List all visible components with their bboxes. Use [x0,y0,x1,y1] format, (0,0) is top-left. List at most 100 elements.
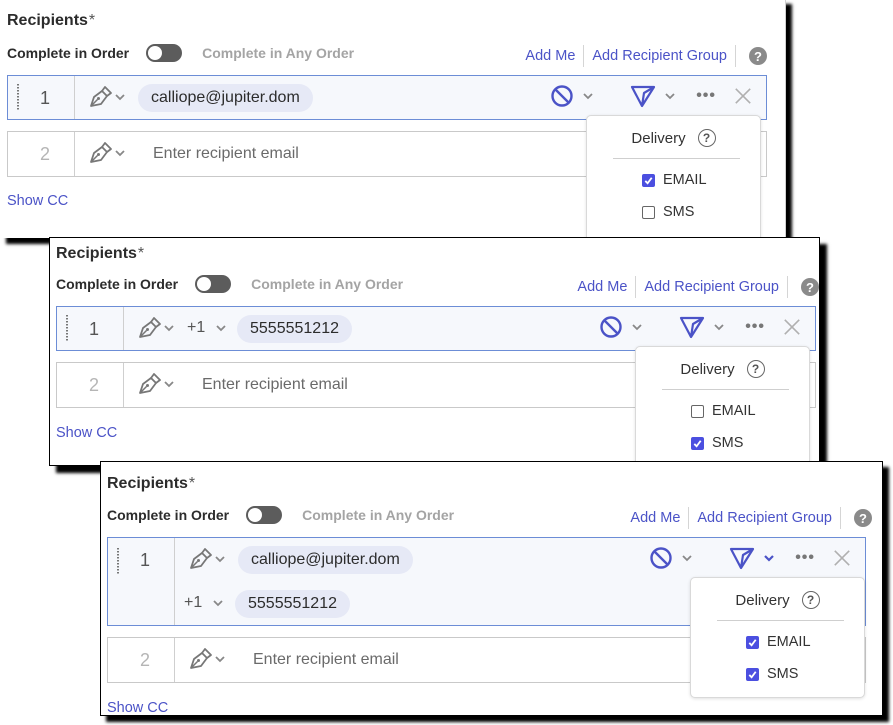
recipients-title: Recipients* [56,245,144,263]
country-code-dropdown[interactable]: +1 [187,319,227,337]
signer-role-dropdown[interactable] [137,372,175,396]
block-icon [649,546,673,570]
row-number: 1 [139,550,150,570]
delivery-option-email[interactable]: EMAIL [746,634,811,650]
delivery-header: Delivery ? [587,129,760,147]
signer-role-dropdown[interactable] [188,547,226,571]
delivery-option-email[interactable]: EMAIL [691,403,756,419]
row-number: 1 [88,319,99,339]
recipient-row-1[interactable]: 1 +1 5555551212 ••• [56,306,816,351]
chevron-down-icon [713,321,725,333]
recipient-email-input[interactable]: Enter recipient email [202,376,348,394]
add-recipient-group-link[interactable]: Add Recipient Group [592,48,727,64]
add-recipient-group-link[interactable]: Add Recipient Group [697,510,832,526]
chevron-down-icon [763,552,775,564]
delivery-option-sms[interactable]: SMS [691,435,743,451]
add-me-link[interactable]: Add Me [577,279,627,295]
order-toggle-switch[interactable] [146,44,183,62]
more-options-icon[interactable]: ••• [795,549,815,567]
help-icon[interactable]: ? [801,591,820,609]
country-code-dropdown[interactable]: +1 [184,594,224,612]
delivery-dropdown[interactable] [679,315,725,339]
email-checkbox[interactable] [642,173,655,187]
authentication-dropdown[interactable] [649,546,693,570]
recipient-links: Add Me Add Recipient Group ? [577,276,819,298]
show-cc-link[interactable]: Show CC [56,425,117,441]
chevron-down-icon [114,147,126,159]
option-label: EMAIL [663,172,707,188]
sms-checkbox[interactable] [746,667,759,681]
recipient-row-1[interactable]: 1 calliope@jupiter.dom ••• [7,75,767,120]
divider [583,45,585,67]
divider [635,276,637,298]
add-me-link[interactable]: Add Me [630,510,680,526]
help-icon[interactable]: ? [854,509,872,527]
sms-checkbox[interactable] [691,436,704,450]
checkmark-icon [747,669,758,680]
send-icon [679,315,705,339]
send-icon [729,546,755,570]
help-icon[interactable]: ? [749,47,767,65]
divider [735,45,736,67]
recipient-email-chip[interactable]: calliope@jupiter.dom [138,84,313,112]
signer-role-dropdown[interactable] [137,316,175,340]
close-icon[interactable] [734,87,752,105]
authentication-dropdown[interactable] [550,84,594,108]
signer-role-dropdown[interactable] [88,85,126,109]
complete-any-order-label: Complete in Any Order [202,45,355,61]
divider [688,507,690,529]
close-icon[interactable] [833,549,851,567]
email-checkbox[interactable] [746,635,759,649]
delivery-dropdown[interactable] [630,84,676,108]
block-icon [550,84,574,108]
recipients-title: Recipients* [107,475,195,493]
send-icon [630,84,656,108]
delivery-header: Delivery ? [691,591,864,609]
row-actions: ••• [649,546,851,570]
recipient-email-input[interactable]: Enter recipient email [253,651,399,669]
row-number: 1 [39,88,50,108]
row-number-cell: 1 [8,76,75,119]
complete-in-order-label: Complete in Order [7,45,130,61]
option-label: SMS [767,666,799,682]
delivery-option-email[interactable]: EMAIL [642,172,707,188]
recipient-phone-chip[interactable]: 5555551212 [237,315,352,343]
complete-any-order-label: Complete in Any Order [302,507,455,523]
chevron-down-icon [214,553,226,565]
help-icon[interactable]: ? [801,278,819,296]
authentication-dropdown[interactable] [599,315,643,339]
sms-checkbox[interactable] [642,205,655,219]
order-toggle-switch[interactable] [246,506,283,524]
delivery-option-sms[interactable]: SMS [746,666,798,682]
email-checkbox[interactable] [691,404,704,418]
chevron-down-icon [681,552,693,564]
add-me-link[interactable]: Add Me [525,48,575,64]
order-toggle-switch[interactable] [195,275,232,293]
row-number-cell: 1 [57,307,124,350]
delivery-option-sms[interactable]: SMS [642,204,694,220]
recipient-email-input[interactable]: Enter recipient email [153,145,299,163]
more-options-icon[interactable]: ••• [696,87,716,105]
show-cc-link[interactable]: Show CC [7,193,68,209]
show-cc-link[interactable]: Show CC [107,700,168,715]
pen-icon [137,316,163,340]
delivery-popover: Delivery ? EMAIL SMS [586,115,761,238]
help-icon[interactable]: ? [746,360,765,378]
signer-role-dropdown[interactable] [88,141,126,165]
recipient-links: Add Me Add Recipient Group ? [630,507,872,529]
add-recipient-group-link[interactable]: Add Recipient Group [644,279,779,295]
recipient-email-chip[interactable]: calliope@jupiter.dom [238,546,413,574]
recipient-phone-chip[interactable]: 5555551212 [235,590,350,618]
required-asterisk: * [88,12,96,29]
close-icon[interactable] [783,318,801,336]
order-toggle-row: Complete in Order Complete in Any Order [56,275,403,293]
option-label: EMAIL [712,403,756,419]
delivery-dropdown[interactable] [729,546,775,570]
complete-in-order-label: Complete in Order [56,276,179,292]
more-options-icon[interactable]: ••• [745,318,765,336]
checkmark-icon [643,175,654,186]
help-icon[interactable]: ? [697,129,716,147]
option-label: SMS [712,435,744,451]
signer-role-dropdown[interactable] [188,647,226,671]
chevron-down-icon [582,90,594,102]
